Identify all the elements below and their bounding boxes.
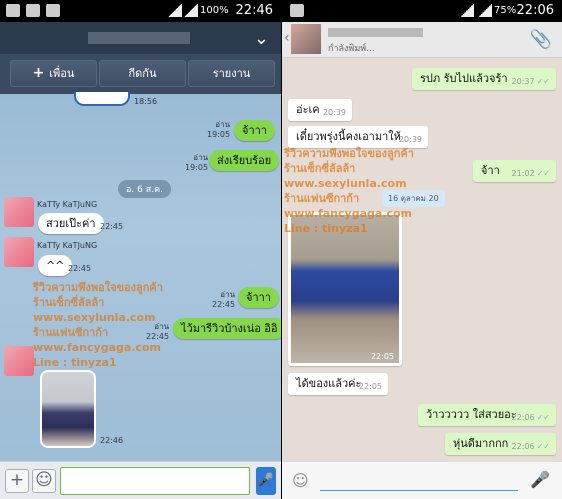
action-bar: + เพื่อน กีดกัน รายงาน — [0, 54, 281, 94]
message-input[interactable] — [320, 490, 518, 491]
signal-icon — [184, 4, 198, 17]
incoming-message: เดี๋ยวพรุ่งนี้คงเอามาให้ 20:39 — [288, 126, 428, 148]
image-icon — [290, 4, 304, 17]
chat-header: ⌄ — [0, 22, 281, 54]
chevron-down-icon[interactable]: ⌄ — [254, 28, 269, 49]
message-input-bar: ☺ 🎤 — [282, 461, 562, 499]
read-label: อ่าน — [215, 120, 231, 129]
read-label: อ่าน — [220, 290, 236, 299]
outgoing-message: ว้าววววว ใส่สวยอะ 22:06 ✓✓ — [418, 404, 556, 426]
battery-label: 100% — [200, 5, 229, 16]
avatar[interactable] — [4, 237, 34, 267]
back-icon[interactable]: ‹ — [284, 30, 290, 46]
outgoing-message: ส่งเรียบร้อย — [209, 150, 280, 171]
message-input-bar: + ☺ 🎤 — [0, 461, 281, 499]
block-button[interactable]: กีดกัน — [99, 60, 186, 87]
attach-icon[interactable]: 📎 — [530, 29, 552, 50]
sender-name: KaTTy KaTJuNG — [37, 241, 98, 250]
double-check-icon: ✓✓ — [536, 442, 550, 451]
report-button[interactable]: รายงาน — [188, 60, 275, 87]
notification-icon — [6, 4, 20, 17]
outgoing-message: หุ่นดีมากกก 22:06 ✓✓ — [445, 433, 556, 455]
plus-button[interactable]: + — [5, 469, 29, 493]
photo-message[interactable] — [40, 370, 96, 448]
sticker-image — [74, 92, 130, 106]
status-bar: 75% 22:06 — [282, 0, 562, 22]
contact-name-blurred — [328, 28, 423, 37]
message-time: 22:05 — [370, 352, 394, 361]
contact-name-blurred — [88, 32, 190, 44]
outgoing-message: จ้าาา — [238, 287, 279, 308]
add-friend-button[interactable]: + เพื่อน — [10, 60, 97, 87]
outgoing-message: จ้าาา — [234, 120, 275, 141]
message-time: 22:45 — [212, 300, 236, 309]
outgoing-message: รปภ รับไปแล้วจร้า 20:37 ✓✓ — [412, 68, 556, 90]
sender-name: KaTTy KaTJuNG — [37, 200, 98, 209]
message-time: 22:45 — [68, 264, 92, 273]
instagram-icon — [26, 4, 40, 17]
status-time: 22:06 — [516, 3, 554, 18]
notification-icon — [46, 4, 60, 17]
incoming-message: ได้ของแล้วค่ะ 22:05 — [288, 373, 388, 395]
message-input[interactable] — [60, 467, 250, 495]
photo-message[interactable]: 22:05 — [288, 212, 402, 366]
wifi-icon — [168, 4, 182, 17]
photo-image — [291, 215, 399, 363]
double-check-icon: ✓✓ — [536, 77, 550, 86]
message-time: 18:56 — [134, 97, 158, 106]
incoming-message: อ่ะเค 20:39 — [288, 99, 352, 121]
watermark-text: รีวิวความพึงพอใจของลูกค้า ร้านเซ็กซี่ลัลล… — [33, 281, 163, 369]
double-check-icon: ✓✓ — [536, 413, 550, 422]
battery-label: 75% — [494, 5, 517, 16]
line-chat-panel: 100% 22:46 ⌄ + เพื่อน กีดกัน รายงาน 18:5… — [0, 0, 281, 499]
message-time: 19:05 — [185, 163, 209, 172]
message-time: 22:45 — [100, 222, 124, 231]
emoji-icon[interactable]: ☺ — [292, 471, 309, 490]
status-time: 22:46 — [235, 3, 273, 18]
incoming-message: สวยเป๊ะค่า — [38, 213, 104, 234]
read-label: อ่าน — [193, 153, 209, 162]
sticker-button[interactable]: ☺ — [32, 469, 56, 493]
mic-icon[interactable]: 🎤 — [530, 470, 550, 489]
avatar[interactable] — [291, 24, 321, 54]
message-time: 22:45 — [146, 332, 170, 341]
date-label: 16 ตุลาคม 20 — [382, 190, 445, 207]
outgoing-message: ไว้มารีวิวบ้างเน่อ อิอิ — [173, 318, 281, 339]
signal-icon — [460, 4, 474, 17]
message-time: 19:05 — [207, 130, 231, 139]
message-time: 22:46 — [100, 436, 124, 445]
signal-icon — [478, 4, 492, 17]
avatar[interactable] — [4, 197, 34, 227]
date-divider: อ. 6 ส.ค. — [118, 180, 171, 198]
chat-header: ‹ กำลังพิมพ์... 📎 — [282, 22, 562, 58]
double-check-icon: ✓✓ — [536, 169, 550, 178]
outgoing-message: จ้าา 21:02 ✓✓ — [473, 160, 556, 182]
read-label: อ่าน — [154, 322, 170, 331]
contact-status: กำลังพิมพ์... — [328, 44, 375, 54]
avatar[interactable] — [4, 346, 34, 376]
whatsapp-chat-panel: 75% 22:06 ‹ กำลังพิมพ์... 📎 รปภ รับไปแล้… — [282, 0, 562, 499]
status-bar: 100% 22:46 — [0, 0, 281, 22]
mic-icon[interactable]: 🎤 — [256, 467, 276, 495]
